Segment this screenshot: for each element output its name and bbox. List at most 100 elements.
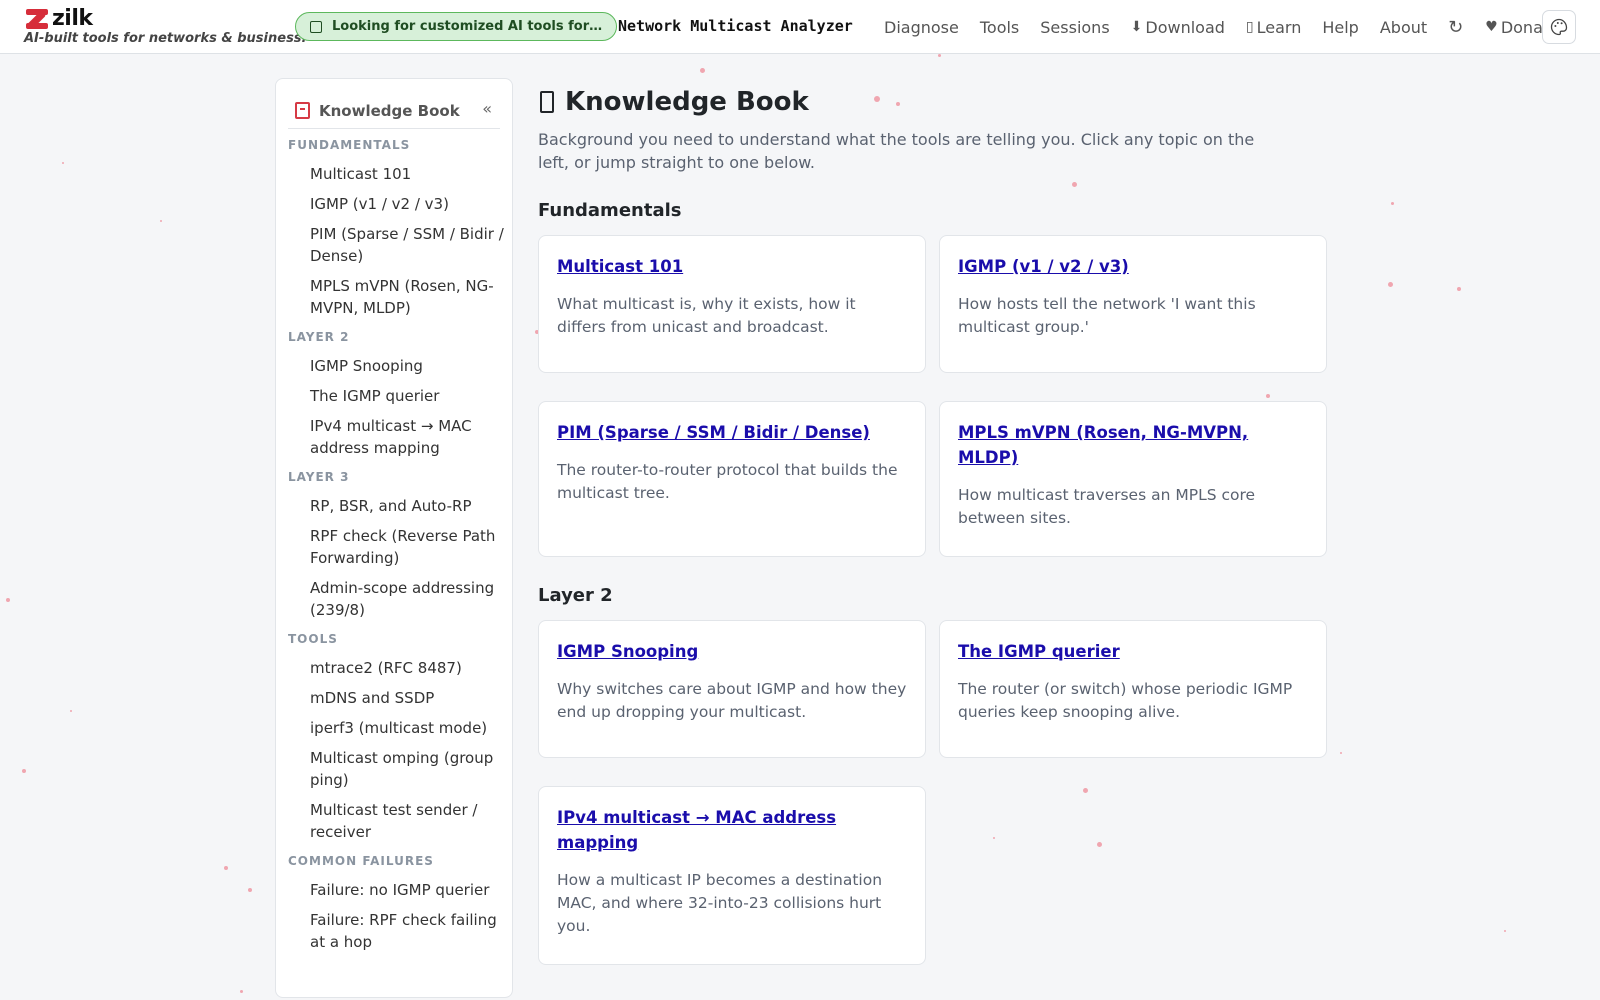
main-content: Knowledge Book Background you need to un… bbox=[538, 84, 1328, 965]
page-title-text: Knowledge Book bbox=[565, 87, 809, 117]
chat-icon bbox=[310, 20, 322, 33]
sidebar-item-the-igmp-querier[interactable]: The IGMP querier bbox=[288, 385, 504, 407]
sidebar-item-admin-scope-addressing-239-8[interactable]: Admin-scope addressing (239/8) bbox=[288, 577, 504, 621]
sidebar-section-tools: TOOLS bbox=[288, 632, 338, 646]
page-title: Knowledge Book bbox=[538, 84, 1328, 120]
background-dot bbox=[938, 54, 941, 57]
nav-learn[interactable]: ▯ Learn bbox=[1246, 18, 1301, 37]
topic-link-multicast-101[interactable]: Multicast 101 bbox=[557, 254, 907, 279]
book-icon bbox=[295, 102, 310, 119]
background-dot bbox=[248, 888, 252, 892]
app-title: Network Multicast Analyzer bbox=[618, 17, 853, 35]
sidebar-item-failure-no-igmp-querier[interactable]: Failure: no IGMP querier bbox=[288, 879, 504, 901]
nav-download[interactable]: ⬇ Download bbox=[1131, 18, 1225, 37]
refresh-icon[interactable]: ↻ bbox=[1448, 17, 1463, 38]
topic-link-igmp-v1-v2-v3[interactable]: IGMP (v1 / v2 / v3) bbox=[958, 254, 1308, 279]
nav-tools[interactable]: Tools bbox=[980, 18, 1019, 37]
sidebar-item-mtrace2-rfc-8487[interactable]: mtrace2 (RFC 8487) bbox=[288, 657, 504, 679]
topic-description: How a multicast IP becomes a destination… bbox=[557, 871, 883, 935]
sidebar-item-pim-sparse-ssm-bidir-dense[interactable]: PIM (Sparse / SSM / Bidir / Dense) bbox=[288, 223, 504, 267]
topic-description: The router-to-router protocol that build… bbox=[557, 461, 898, 502]
page-intro: Background you need to understand what t… bbox=[538, 130, 1255, 172]
topic-link-igmp-snooping[interactable]: IGMP Snooping bbox=[557, 639, 907, 664]
section-heading-layer-2: Layer 2 bbox=[538, 585, 613, 606]
sidebar-item-igmp-v1-v2-v3[interactable]: IGMP (v1 / v2 / v3) bbox=[288, 193, 504, 215]
heart-icon: ♥ bbox=[1485, 19, 1498, 35]
sidebar-section-layer-2: LAYER 2 bbox=[288, 330, 350, 344]
background-dot bbox=[1340, 752, 1342, 754]
sidebar-item-rpf-check-reverse-path-forwarding[interactable]: RPF check (Reverse Path Forwarding) bbox=[288, 525, 504, 569]
background-dot bbox=[700, 68, 705, 73]
nav-label: Diagnose bbox=[884, 17, 959, 37]
book-icon: ▯ bbox=[1245, 19, 1254, 35]
promo-pill[interactable]: Looking for customized AI tools for y… bbox=[295, 12, 617, 41]
sidebar-item-iperf3-multicast-mode[interactable]: iperf3 (multicast mode) bbox=[288, 717, 504, 739]
nav-label: Tools bbox=[979, 17, 1020, 37]
collapse-sidebar-button[interactable]: « bbox=[482, 99, 492, 118]
promo-text: Looking for customized AI tools for y… bbox=[332, 19, 604, 34]
topic-card: IPv4 multicast → MAC address mapping How … bbox=[538, 786, 926, 965]
sidebar-header: Knowledge Book « bbox=[288, 93, 500, 129]
sidebar-item-failure-rpf-check-failing-at-a-hop[interactable]: Failure: RPF check failing at a hop bbox=[288, 909, 504, 953]
sidebar-item-mdns-and-ssdp[interactable]: mDNS and SSDP bbox=[288, 687, 504, 709]
section-heading-fundamentals: Fundamentals bbox=[538, 200, 682, 221]
background-dot bbox=[160, 220, 162, 222]
sidebar-item-multicast-test-sender-receiver[interactable]: Multicast test sender / receiver bbox=[288, 799, 504, 843]
topic-link-mpls-mvpn-rosen-ng-mvpn-mldp[interactable]: MPLS mVPN (Rosen, NG-MVPN, MLDP) bbox=[958, 420, 1308, 470]
topic-card: PIM (Sparse / SSM / Bidir / Dense) The ro… bbox=[538, 401, 926, 557]
topic-link-the-igmp-querier[interactable]: The IGMP querier bbox=[958, 639, 1308, 664]
sidebar-item-multicast-101[interactable]: Multicast 101 bbox=[288, 163, 504, 185]
brand-name: zilk bbox=[52, 6, 93, 31]
topic-card: IGMP (v1 / v2 / v3) How hosts tell the ne… bbox=[939, 235, 1327, 373]
topic-card-grid: Multicast 101 What multicast is, why it e… bbox=[538, 235, 1328, 557]
topic-description: What multicast is, why it exists, how it… bbox=[557, 295, 856, 336]
sidebar-item-igmp-snooping[interactable]: IGMP Snooping bbox=[288, 355, 504, 377]
topic-card: Multicast 101 What multicast is, why it e… bbox=[538, 235, 926, 373]
zilk-logo-icon bbox=[24, 7, 50, 31]
nav-about[interactable]: About bbox=[1380, 18, 1427, 37]
sidebar-section-common-failures: COMMON FAILURES bbox=[288, 854, 434, 868]
topic-card-grid: IGMP Snooping Why switches care about IGM… bbox=[538, 620, 1328, 965]
main-nav: Diagnose Tools Sessions ⬇ Download ▯ Learn… bbox=[884, 14, 1580, 40]
background-dot bbox=[1388, 282, 1393, 287]
topic-description: Why switches care about IGMP and how the… bbox=[557, 680, 907, 721]
sidebar-item-multicast-omping-group-ping[interactable]: Multicast omping (group ping) bbox=[288, 747, 504, 791]
topic-link-pim-sparse-ssm-bidir-dense[interactable]: PIM (Sparse / SSM / Bidir / Dense) bbox=[557, 420, 907, 445]
book-icon bbox=[540, 91, 554, 113]
background-dot bbox=[70, 710, 72, 712]
topic-card: IGMP Snooping Why switches care about IGM… bbox=[538, 620, 926, 758]
topic-sections: Fundamentals Multicast 101 What multicast … bbox=[538, 200, 1328, 965]
theme-button[interactable] bbox=[1542, 10, 1576, 44]
knowledge-sidebar: Knowledge Book « FUNDAMENTALS Multicast 1… bbox=[275, 78, 513, 998]
topic-card: MPLS mVPN (Rosen, NG-MVPN, MLDP) How mult… bbox=[939, 401, 1327, 557]
background-dot bbox=[1504, 930, 1506, 932]
sidebar-item-rp-bsr-and-auto-rp[interactable]: RP, BSR, and Auto-RP bbox=[288, 495, 504, 517]
sidebar-section-fundamentals: FUNDAMENTALS bbox=[288, 138, 411, 152]
sidebar-topic-list: FUNDAMENTALS Multicast 101 IGMP (v1 / v2 /… bbox=[288, 137, 504, 961]
brand-logo[interactable]: zilk bbox=[24, 6, 93, 31]
sidebar-item-mpls-mvpn-rosen-ng-mvpn-mldp[interactable]: MPLS mVPN (Rosen, NG-MVPN, MLDP) bbox=[288, 275, 504, 319]
nav-label: Learn bbox=[1256, 17, 1302, 37]
topic-link-ipv4-multicast-mac-address-mapping[interactable]: IPv4 multicast → MAC address mapping bbox=[557, 805, 907, 855]
top-bar: zilk AI-built tools for networks & busin… bbox=[0, 0, 1600, 54]
nav-label: Help bbox=[1322, 17, 1359, 37]
nav-label: Download bbox=[1145, 17, 1225, 37]
nav-label: About bbox=[1379, 17, 1428, 37]
topic-description: How multicast traverses an MPLS core bet… bbox=[958, 486, 1256, 527]
background-dot bbox=[62, 162, 64, 164]
topic-card: The IGMP querier The router (or switch) w… bbox=[939, 620, 1327, 758]
sidebar-title: Knowledge Book bbox=[319, 101, 460, 120]
palette-icon bbox=[1550, 18, 1568, 36]
topic-description: The router (or switch) whose periodic IG… bbox=[958, 680, 1293, 721]
background-dot bbox=[224, 866, 228, 870]
background-dot bbox=[6, 598, 10, 602]
background-dot bbox=[240, 990, 243, 993]
nav-diagnose[interactable]: Diagnose bbox=[884, 18, 959, 37]
background-dot bbox=[1391, 202, 1394, 205]
nav-sessions[interactable]: Sessions bbox=[1040, 18, 1109, 37]
background-dot bbox=[22, 769, 26, 773]
nav-help[interactable]: Help bbox=[1322, 18, 1358, 37]
download-icon: ⬇ bbox=[1130, 19, 1143, 35]
sidebar-item-ipv4-multicast-mac-address-mapping[interactable]: IPv4 multicast → MAC address mapping bbox=[288, 415, 504, 459]
sidebar-section-layer-3: LAYER 3 bbox=[288, 470, 350, 484]
